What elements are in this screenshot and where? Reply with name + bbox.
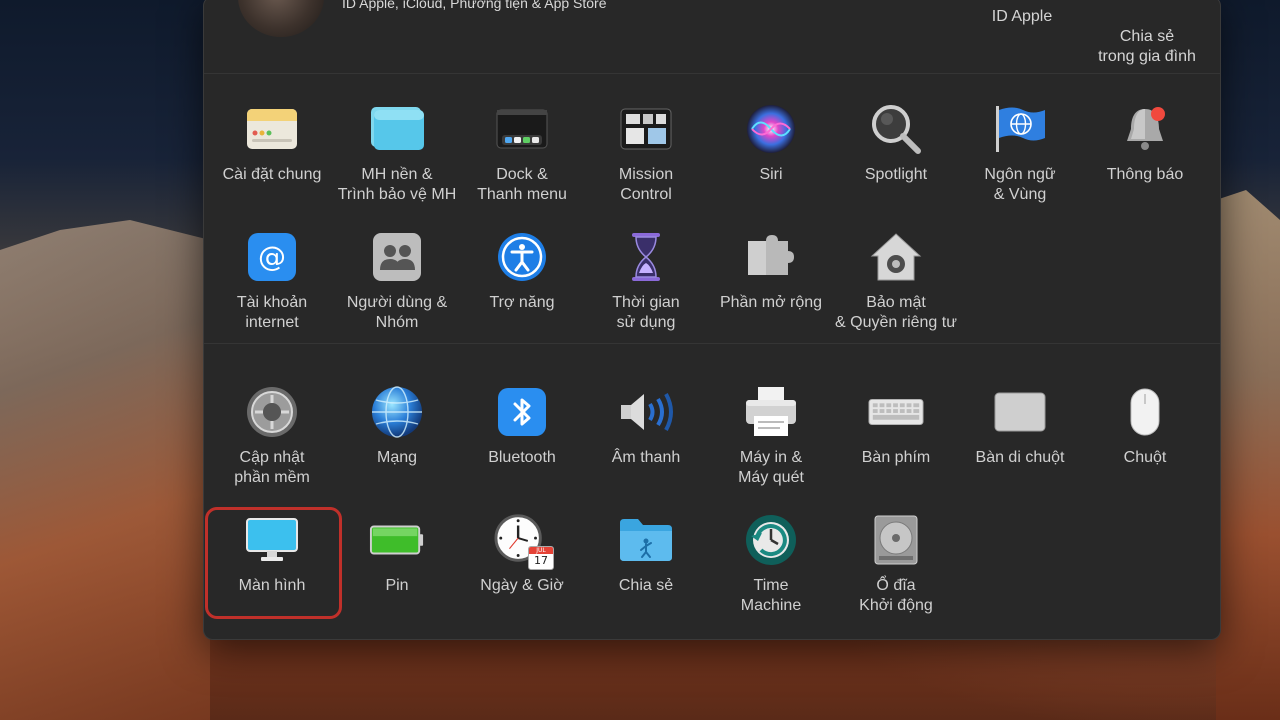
- network-icon: [369, 384, 425, 440]
- date-time-icon: JUL 17: [494, 512, 554, 570]
- apple-id-pane[interactable]: ID Apple: [962, 7, 1082, 27]
- pane-label: Chuột: [1123, 449, 1167, 466]
- pane-label: Thông báo: [1106, 166, 1184, 183]
- pane-users-groups[interactable]: Người dùng & Nhóm: [335, 229, 459, 333]
- pane-label: Ngày & Giờ: [480, 577, 564, 594]
- screen-time-icon: [618, 229, 674, 285]
- family-sharing-label: Chia sẻ trong gia đình: [1098, 28, 1196, 65]
- users-groups-icon: [369, 229, 425, 285]
- pane-software-update[interactable]: Cập nhật phần mềm: [210, 384, 334, 488]
- pane-keyboard[interactable]: Bàn phím: [834, 384, 958, 468]
- pane-battery[interactable]: Pin: [335, 512, 459, 596]
- pane-bluetooth[interactable]: Bluetooth: [460, 384, 584, 468]
- family-sharing-pane[interactable]: Chia sẻ trong gia đình: [1087, 7, 1207, 67]
- pane-label: Mission Control: [618, 166, 674, 203]
- pane-label: Chia sẻ: [618, 577, 674, 594]
- sharing-icon: [618, 512, 674, 568]
- security-privacy-icon: [868, 229, 924, 285]
- pane-label: Time Machine: [740, 577, 802, 614]
- pane-network[interactable]: Mạng: [335, 384, 459, 468]
- internet-accounts-icon: @: [244, 229, 300, 285]
- printers-scanners-icon: [743, 384, 799, 440]
- trackpad-icon: [992, 384, 1048, 440]
- calendar-month: JUL: [529, 547, 553, 554]
- pane-startup-disk[interactable]: Ổ đĩa Khởi động: [834, 512, 958, 616]
- pane-mouse[interactable]: Chuột: [1083, 384, 1207, 468]
- calendar-day: 17: [534, 554, 548, 567]
- mouse-icon: [1117, 384, 1173, 440]
- pane-siri[interactable]: Siri: [709, 101, 833, 185]
- desktop-screensaver-icon: [369, 101, 425, 157]
- avatar[interactable]: [238, 0, 324, 37]
- pane-mission-control[interactable]: Mission Control: [584, 101, 708, 205]
- pane-printers-scanners[interactable]: Máy in & Máy quét: [709, 384, 833, 488]
- language-region-icon: [992, 101, 1048, 157]
- section-divider: [204, 343, 1220, 344]
- pane-sharing[interactable]: Chia sẻ: [584, 512, 708, 596]
- siri-icon: [743, 101, 799, 157]
- pane-dock-menu-bar[interactable]: Dock & Thanh menu: [460, 101, 584, 205]
- wallpaper-rock-left: [0, 220, 210, 720]
- pane-general[interactable]: Cài đặt chung: [210, 101, 334, 185]
- pane-language-region[interactable]: Ngôn ngữ & Vùng: [958, 101, 1082, 205]
- pane-trackpad[interactable]: Bàn di chuột: [958, 384, 1082, 468]
- pane-internet-accounts[interactable]: @ Tài khoản internet: [210, 229, 334, 333]
- pane-label: Âm thanh: [611, 449, 681, 466]
- pane-label: Thời gian sử dụng: [612, 294, 680, 331]
- dock-icon: [494, 101, 550, 157]
- wallpaper-rock-right: [1216, 190, 1280, 720]
- keyboard-icon: [868, 384, 924, 440]
- apple-id-label: ID Apple: [991, 8, 1053, 25]
- pane-label: Ổ đĩa Khởi động: [859, 577, 933, 614]
- pane-label: Mạng: [376, 449, 418, 466]
- pane-label: Cài đặt chung: [222, 166, 322, 183]
- pane-accessibility[interactable]: Trợ năng: [460, 229, 584, 313]
- pane-label: Trợ năng: [489, 294, 555, 311]
- pane-label: Siri: [759, 166, 783, 183]
- mission-control-icon: [618, 101, 674, 157]
- pane-notifications[interactable]: Thông báo: [1083, 101, 1207, 185]
- pane-label: Người dùng & Nhóm: [346, 294, 448, 331]
- selection-highlight: [205, 507, 342, 619]
- pane-label: Tài khoản internet: [236, 294, 308, 331]
- pane-desktop-screensaver[interactable]: MH nền & Trình bảo vệ MH: [335, 101, 459, 205]
- pane-screen-time[interactable]: Thời gian sử dụng: [584, 229, 708, 333]
- time-machine-icon: [743, 512, 799, 568]
- apple-id-header: ID Apple, iCloud, Phương tiện & App Stor…: [204, 0, 1220, 74]
- pane-date-time[interactable]: JUL 17 Ngày & Giờ: [460, 512, 584, 596]
- bluetooth-icon: [494, 384, 550, 440]
- pane-time-machine[interactable]: Time Machine: [709, 512, 833, 616]
- pane-label: Bàn phím: [861, 449, 931, 466]
- battery-icon: [369, 512, 425, 568]
- pane-label: Bảo mật & Quyền riêng tư: [835, 294, 957, 331]
- pane-sound[interactable]: Âm thanh: [584, 384, 708, 468]
- pane-label: Máy in & Máy quét: [738, 449, 804, 486]
- pane-label: Bluetooth: [488, 449, 556, 466]
- extensions-icon: [743, 229, 799, 285]
- pane-security-privacy[interactable]: Bảo mật & Quyền riêng tư: [834, 229, 958, 333]
- pane-label: Ngôn ngữ & Vùng: [984, 166, 1056, 203]
- pane-label: MH nền & Trình bảo vệ MH: [337, 166, 457, 203]
- sound-icon: [618, 384, 674, 440]
- pane-label: Cập nhật phần mềm: [234, 449, 310, 486]
- system-preferences-window: ID Apple, iCloud, Phương tiện & App Stor…: [203, 0, 1221, 640]
- accessibility-icon: [494, 229, 550, 285]
- startup-disk-icon: [868, 512, 924, 568]
- pane-extensions[interactable]: Phần mở rộng: [709, 229, 833, 313]
- pane-label: Phần mở rộng: [719, 294, 823, 311]
- pane-label: Pin: [385, 577, 409, 594]
- spotlight-icon: [868, 101, 924, 157]
- pane-label: Dock & Thanh menu: [477, 166, 567, 203]
- calendar-badge: JUL 17: [528, 546, 554, 570]
- notifications-icon: [1117, 101, 1173, 157]
- general-icon: [244, 101, 300, 157]
- pane-spotlight[interactable]: Spotlight: [834, 101, 958, 185]
- account-subtitle: ID Apple, iCloud, Phương tiện & App Stor…: [342, 0, 607, 11]
- svg-text:@: @: [258, 240, 286, 273]
- software-update-icon: [244, 384, 300, 440]
- pane-label: Bàn di chuột: [975, 449, 1065, 466]
- pane-label: Spotlight: [864, 166, 928, 183]
